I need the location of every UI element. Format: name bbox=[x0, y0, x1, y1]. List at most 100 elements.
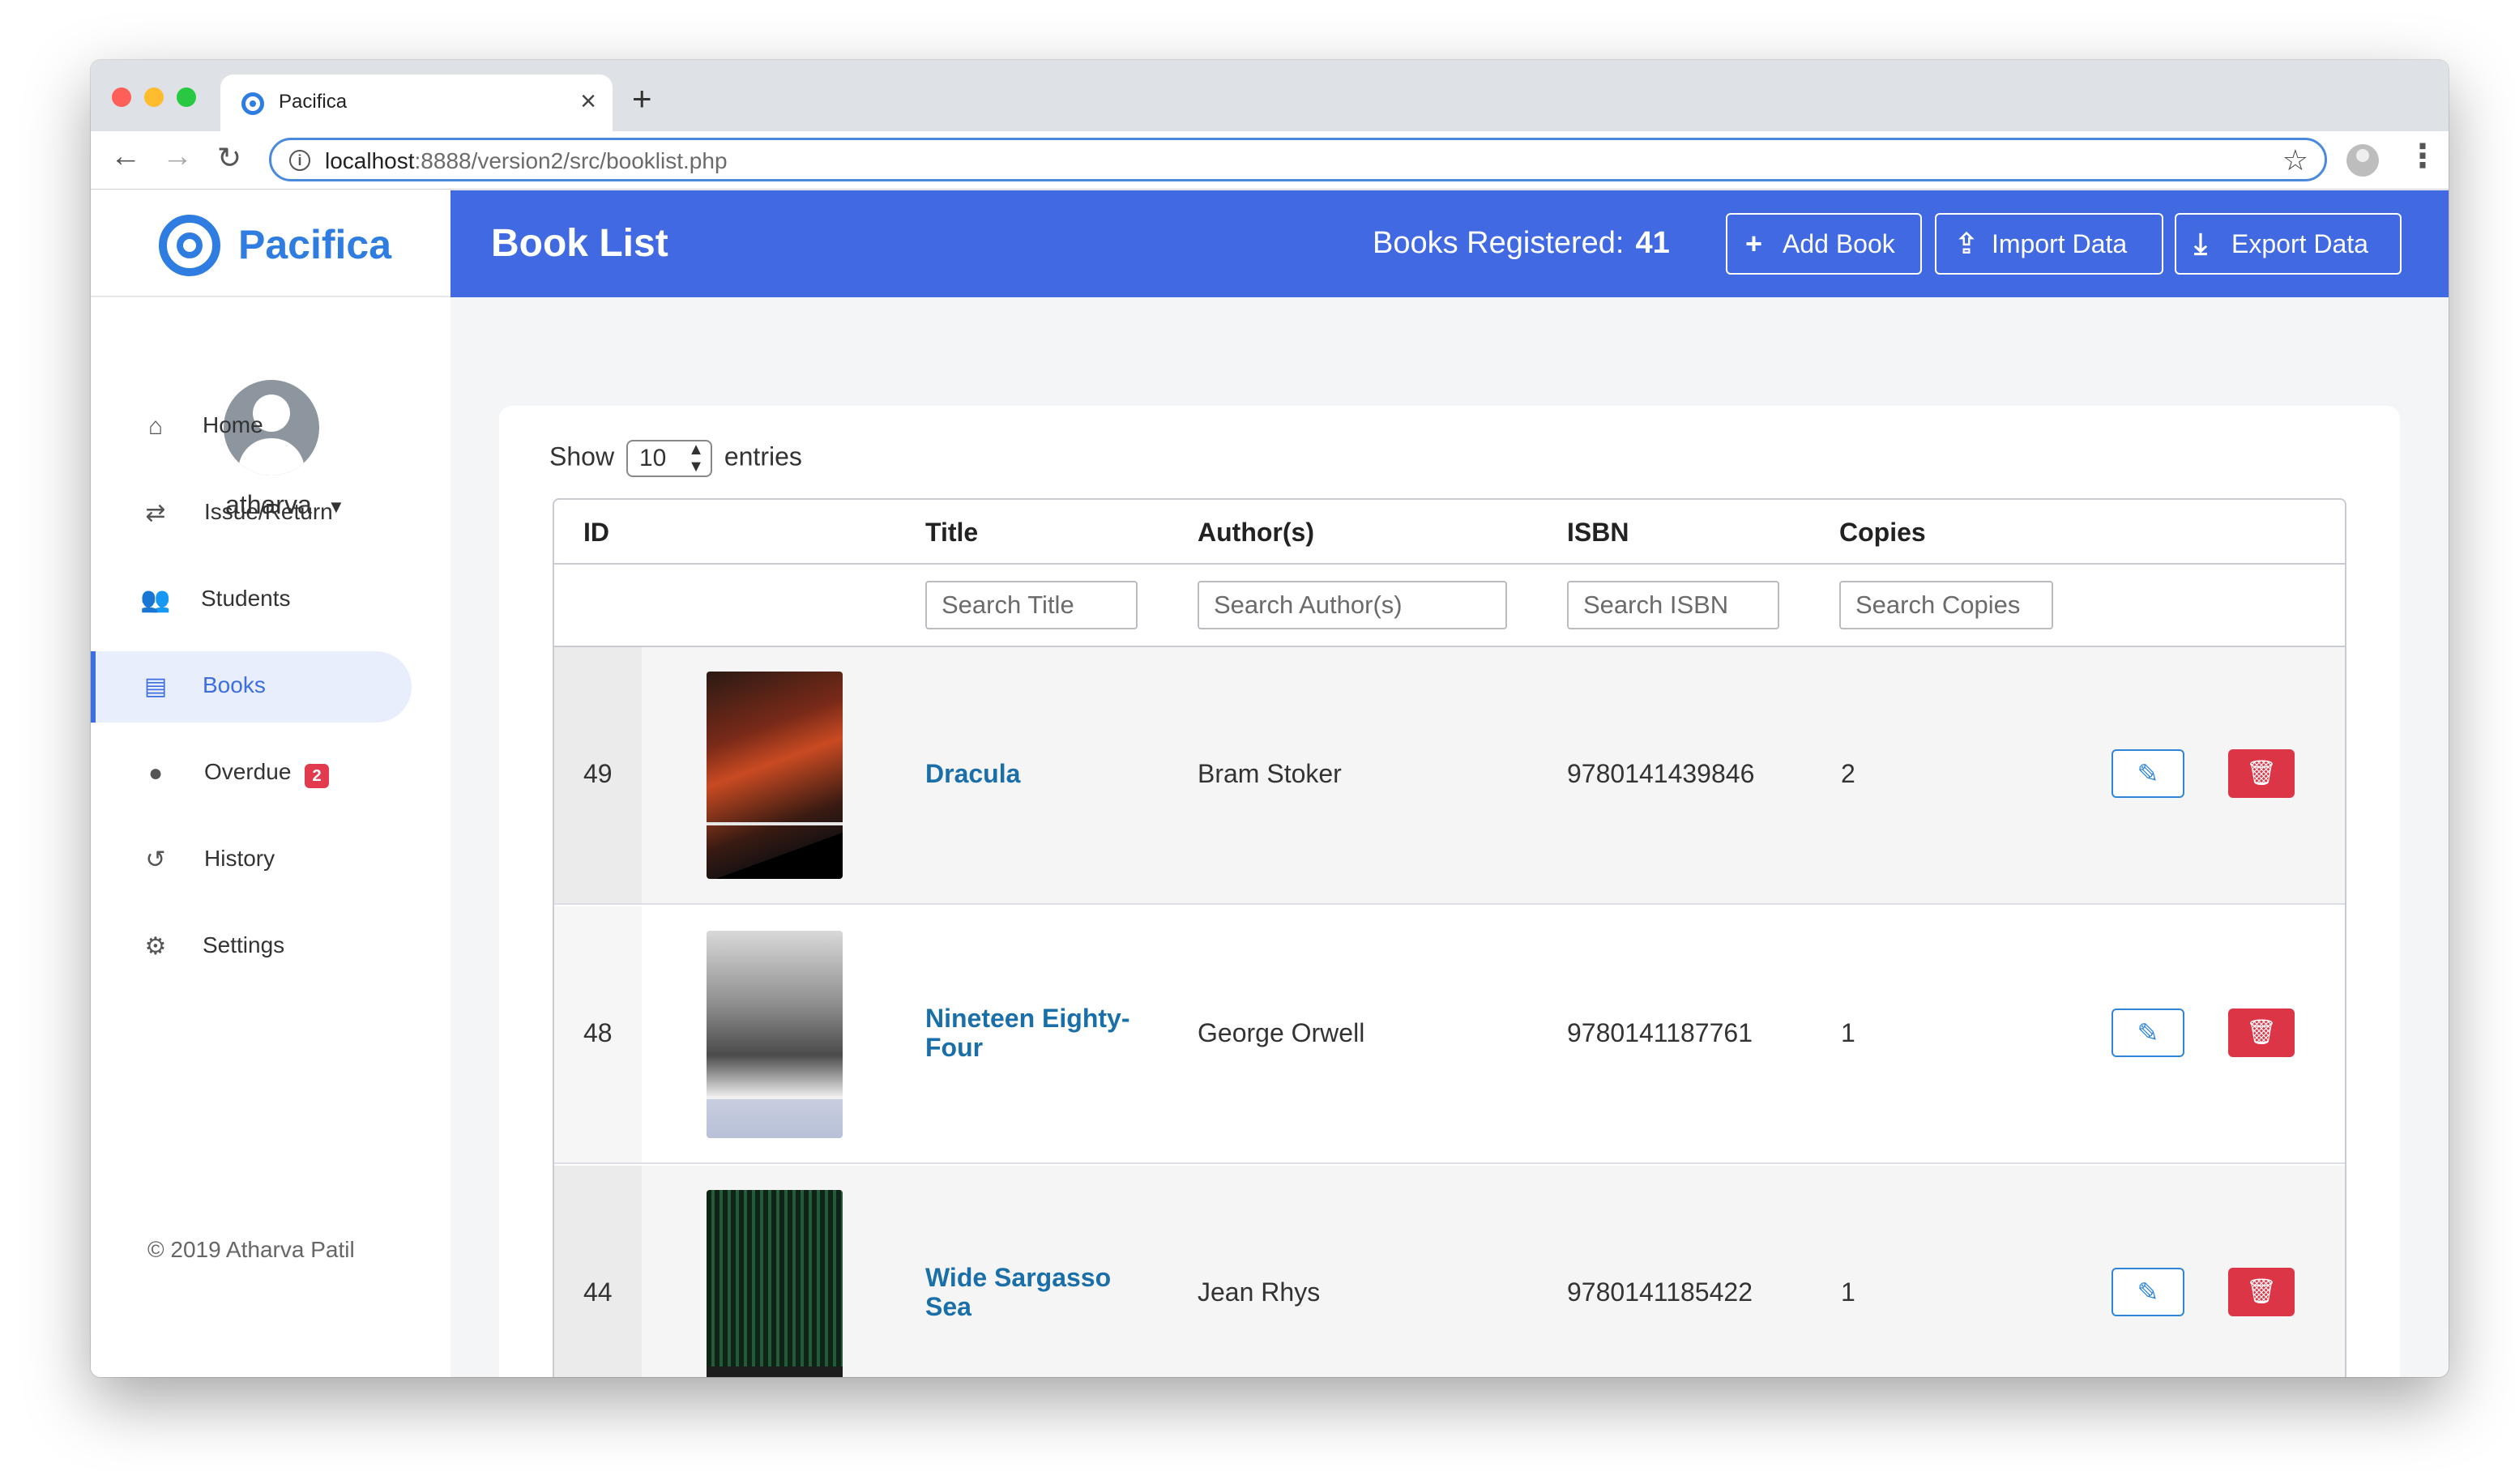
url-host: localhost bbox=[325, 148, 415, 173]
brand[interactable]: Pacifica bbox=[91, 190, 450, 297]
sidebar-item-label: Books bbox=[203, 672, 266, 697]
id-cell-bg bbox=[554, 1166, 642, 1377]
trash-icon: 🗑 bbox=[2245, 1278, 2278, 1305]
overdue-badge: 2 bbox=[305, 764, 329, 788]
books-registered-count: 41 bbox=[1635, 226, 1670, 260]
search-title-input[interactable]: Search Title bbox=[925, 581, 1138, 629]
sidebar-item-students[interactable]: 👥 Students bbox=[91, 565, 412, 636]
export-data-button[interactable]: ⤓ Export Data bbox=[2175, 213, 2402, 275]
cover-band bbox=[707, 822, 843, 825]
copyright: © 2019 Atharva Patil bbox=[147, 1237, 355, 1262]
sidebar-item-label: Home bbox=[203, 412, 263, 437]
edit-button[interactable]: ✎ bbox=[2111, 749, 2184, 798]
table-row: 44 Wide Sargasso Sea Jean Rhys 978014118… bbox=[554, 1166, 2345, 1377]
plus-icon: + bbox=[1745, 227, 1763, 260]
edit-icon: ✎ bbox=[2137, 1018, 2159, 1047]
users-icon: 👥 bbox=[140, 586, 171, 613]
browser-tab[interactable]: Pacifica × bbox=[220, 75, 613, 131]
info-icon[interactable]: i bbox=[289, 150, 310, 171]
back-icon[interactable]: ← bbox=[110, 139, 141, 174]
book-author: George Orwell bbox=[1198, 1018, 1365, 1047]
search-copies-input[interactable]: Search Copies bbox=[1839, 581, 2053, 629]
row-id: 49 bbox=[583, 759, 613, 788]
trash-icon: 🗑 bbox=[2245, 760, 2278, 787]
column-header-title[interactable]: Title bbox=[925, 518, 978, 548]
close-window-button[interactable] bbox=[112, 87, 131, 107]
book-cover-image bbox=[707, 1190, 843, 1377]
row-id: 44 bbox=[583, 1277, 613, 1307]
search-isbn-input[interactable]: Search ISBN bbox=[1567, 581, 1779, 629]
delete-button[interactable]: 🗑 bbox=[2228, 749, 2295, 798]
books-table: ID Title Author(s) ISBN Copies Search Ti… bbox=[553, 498, 2346, 1377]
book-isbn: 9780141439846 bbox=[1567, 759, 1755, 788]
reload-icon[interactable]: ↻ bbox=[217, 141, 241, 175]
app-content: Pacifica atharva ▼ ⌂ Home ⇄ Issue/Return… bbox=[91, 190, 2449, 1377]
row-id: 48 bbox=[583, 1018, 613, 1047]
import-data-label: Import Data bbox=[1992, 229, 2128, 258]
history-icon: ↺ bbox=[145, 846, 166, 873]
book-author: Jean Rhys bbox=[1198, 1277, 1321, 1307]
table-row: 48 Nineteen Eighty-Four George Orwell 97… bbox=[554, 906, 2345, 1164]
sidebar-item-history[interactable]: ↺ History bbox=[91, 825, 412, 896]
maximize-window-button[interactable] bbox=[177, 87, 196, 107]
delete-button[interactable]: 🗑 bbox=[2228, 1009, 2295, 1057]
delete-button[interactable]: 🗑 bbox=[2228, 1268, 2295, 1316]
header-divider bbox=[554, 563, 2345, 565]
table-row: 49 Dracula Bram Stoker 9780141439846 2 ✎… bbox=[554, 647, 2345, 905]
column-header-author[interactable]: Author(s) bbox=[1198, 518, 1314, 548]
show-label: Show bbox=[549, 441, 615, 471]
edit-button[interactable]: ✎ bbox=[2111, 1009, 2184, 1057]
sidebar-item-label: History bbox=[204, 846, 275, 871]
column-header-isbn[interactable]: ISBN bbox=[1567, 518, 1629, 548]
profile-icon[interactable] bbox=[2346, 144, 2379, 177]
sidebar-item-issue-return[interactable]: ⇄ Issue/Return bbox=[91, 478, 412, 549]
add-book-button[interactable]: + Add Book bbox=[1726, 213, 1922, 275]
select-arrows-icon: ▲ ▼ bbox=[688, 441, 704, 475]
export-data-label: Export Data bbox=[2231, 229, 2368, 258]
sidebar-item-settings[interactable]: ⚙ Settings bbox=[91, 911, 412, 983]
sidebar-item-label: Issue/Return bbox=[204, 499, 333, 524]
browser-menu-icon[interactable]: ⋮ bbox=[2406, 138, 2439, 175]
forward-icon[interactable]: → bbox=[162, 139, 193, 174]
entries-select[interactable]: 10 ▲ ▼ bbox=[626, 440, 712, 477]
minimize-window-button[interactable] bbox=[144, 87, 164, 107]
edit-button[interactable]: ✎ bbox=[2111, 1268, 2184, 1316]
logo-icon bbox=[159, 215, 220, 276]
new-tab-button[interactable]: + bbox=[632, 79, 652, 118]
browser-window: Pacifica × + ← → ↻ i localhost:8888/vers… bbox=[91, 60, 2449, 1377]
book-title-link[interactable]: Nineteen Eighty-Four bbox=[925, 1004, 1160, 1062]
gear-icon: ⚙ bbox=[144, 933, 167, 960]
sidebar-item-label: Overdue bbox=[204, 759, 292, 784]
page-title: Book List bbox=[491, 222, 668, 265]
entries-label: entries bbox=[724, 441, 802, 471]
column-header-copies[interactable]: Copies bbox=[1839, 518, 1926, 548]
alert-icon: ● bbox=[147, 760, 164, 787]
book-title-link[interactable]: Dracula bbox=[925, 759, 1160, 788]
book-icon: ▤ bbox=[143, 673, 168, 700]
tab-close-icon[interactable]: × bbox=[580, 86, 596, 117]
favicon-icon bbox=[241, 92, 264, 115]
search-author-input[interactable]: Search Author(s) bbox=[1198, 581, 1507, 629]
page-header: Book List Books Registered: 41 + Add Book… bbox=[450, 190, 2449, 297]
book-author: Bram Stoker bbox=[1198, 759, 1342, 788]
trash-icon: 🗑 bbox=[2245, 1019, 2278, 1046]
address-bar[interactable]: i localhost:8888/version2/src/booklist.p… bbox=[269, 138, 2327, 181]
brand-name: Pacifica bbox=[238, 222, 392, 267]
column-header-id[interactable]: ID bbox=[583, 518, 609, 548]
edit-icon: ✎ bbox=[2137, 759, 2159, 788]
sidebar-item-books[interactable]: ▤ Books bbox=[91, 651, 412, 723]
entries-control: Show 10 ▲ ▼ entries bbox=[549, 440, 802, 477]
import-data-button[interactable]: ⇪ Import Data bbox=[1935, 213, 2163, 275]
home-icon: ⌂ bbox=[147, 413, 164, 440]
sidebar-item-overdue[interactable]: ● Overdue 2 bbox=[91, 738, 412, 809]
book-copies: 1 bbox=[1841, 1018, 1855, 1047]
book-cover-image bbox=[707, 672, 843, 879]
bookmark-star-icon[interactable]: ☆ bbox=[2282, 143, 2308, 177]
book-title-link[interactable]: Wide Sargasso Sea bbox=[925, 1263, 1160, 1321]
download-icon: ⤓ bbox=[2194, 227, 2207, 260]
sidebar-item-label: Settings bbox=[203, 932, 285, 957]
book-isbn: 9780141185422 bbox=[1567, 1277, 1753, 1307]
book-cover-image bbox=[707, 931, 843, 1138]
sidebar-item-home[interactable]: ⌂ Home bbox=[91, 391, 412, 463]
url-text: localhost:8888/version2/src/booklist.php bbox=[325, 148, 728, 174]
